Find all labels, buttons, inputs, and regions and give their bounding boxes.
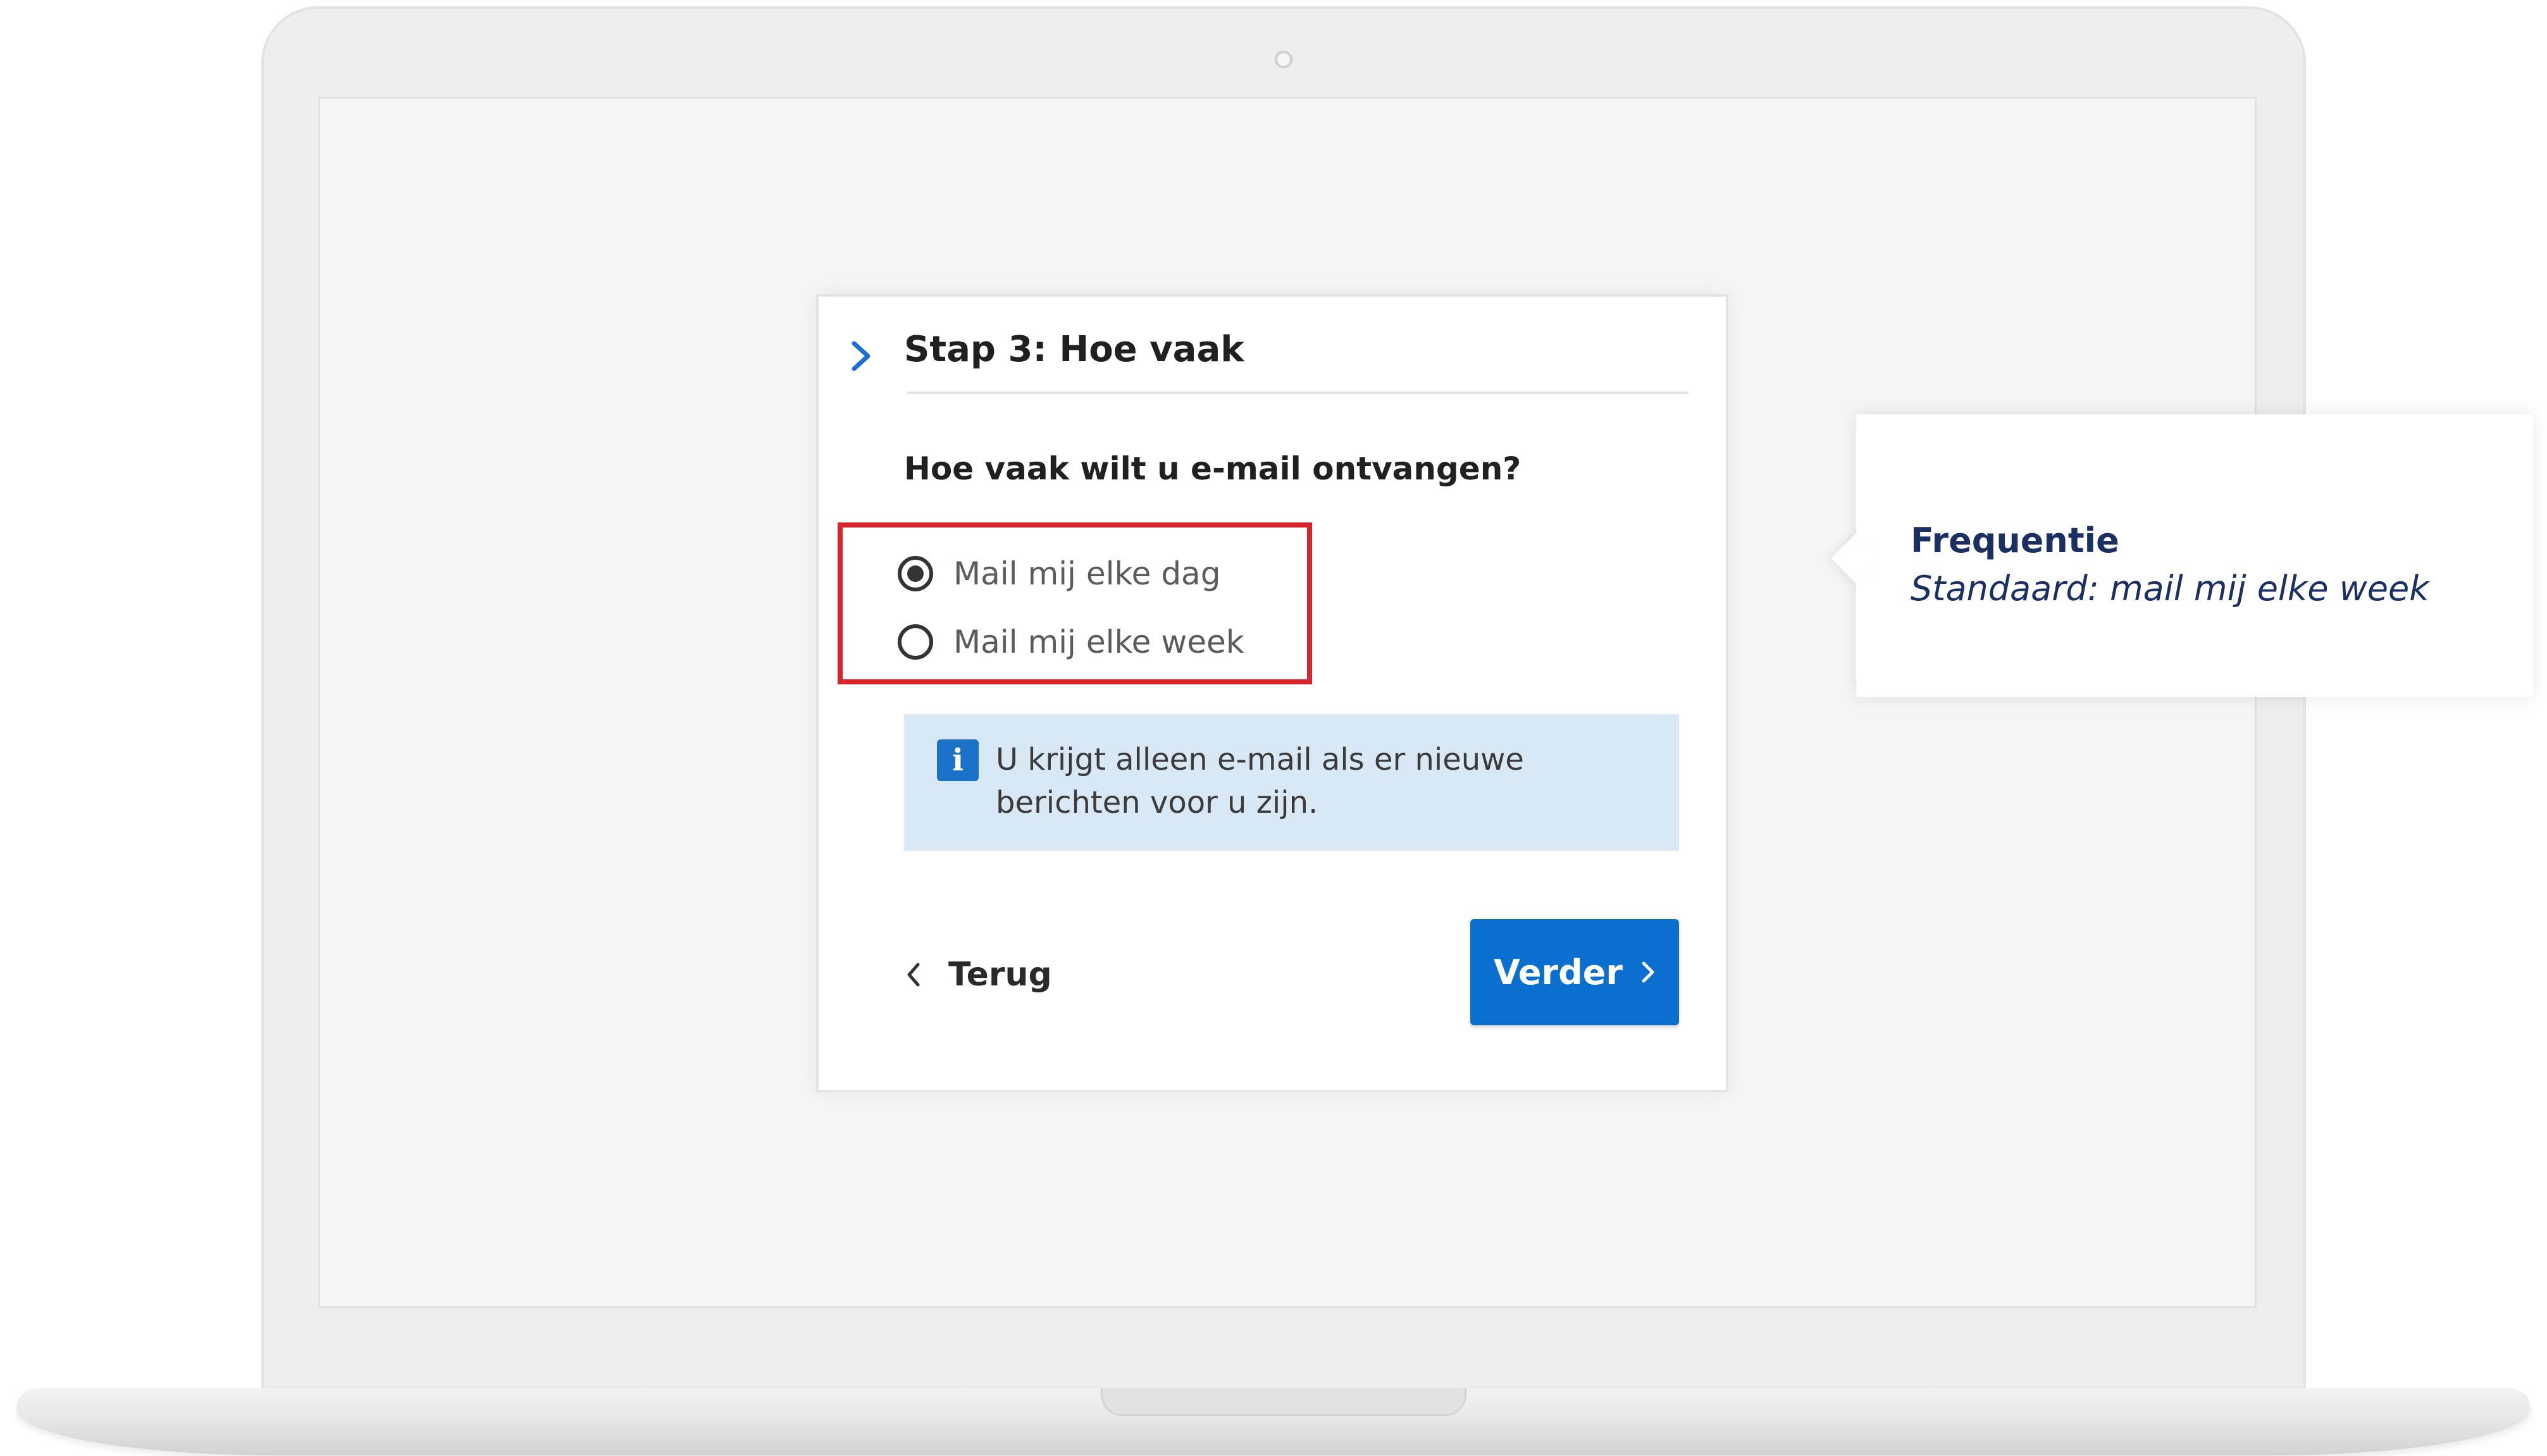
step-divider xyxy=(907,392,1689,394)
wizard-card: Stap 3: Hoe vaak Hoe vaak wilt u e-mail … xyxy=(816,294,1728,1092)
next-button[interactable]: Verder xyxy=(1470,919,1679,1025)
frequency-question: Hoe vaak wilt u e-mail ontvangen? xyxy=(904,450,1521,487)
radio-option-daily[interactable]: Mail mij elke dag xyxy=(898,548,1220,599)
radio-button-unchecked[interactable] xyxy=(898,624,933,660)
radio-label-daily: Mail mij elke dag xyxy=(953,555,1221,592)
chevron-right-icon xyxy=(852,341,871,371)
step-title: Stap 3: Hoe vaak xyxy=(904,329,1244,370)
callout-title: Frequentie xyxy=(1911,521,2119,560)
info-message: i U krijgt alleen e-mail als er nieuwe b… xyxy=(904,714,1679,851)
laptop-mockup: Stap 3: Hoe vaak Hoe vaak wilt u e-mail … xyxy=(0,0,2547,1456)
radio-button-checked[interactable] xyxy=(898,556,933,591)
chevron-right-icon xyxy=(1642,961,1654,983)
radio-label-weekly: Mail mij elke week xyxy=(953,624,1244,660)
camera-icon xyxy=(1275,51,1292,68)
callout-subtitle: Standaard: mail mij elke week xyxy=(1911,569,2429,608)
laptop-notch xyxy=(1101,1388,1466,1416)
back-label: Terug xyxy=(948,956,1052,994)
info-icon: i xyxy=(937,739,979,781)
annotation-callout: Frequentie Standaard: mail mij elke week xyxy=(1831,414,2533,697)
info-text-line2: berichten voor u zijn. xyxy=(996,785,1318,820)
chevron-left-icon xyxy=(907,963,920,987)
radio-option-weekly[interactable]: Mail mij elke week xyxy=(898,617,1244,667)
back-link[interactable]: Terug xyxy=(904,949,1052,1000)
info-text: U krijgt alleen e-mail als er nieuwe ber… xyxy=(996,738,1565,824)
next-label: Verder xyxy=(1493,952,1623,992)
info-text-line1: U krijgt alleen e-mail als er nieuwe xyxy=(996,742,1524,777)
